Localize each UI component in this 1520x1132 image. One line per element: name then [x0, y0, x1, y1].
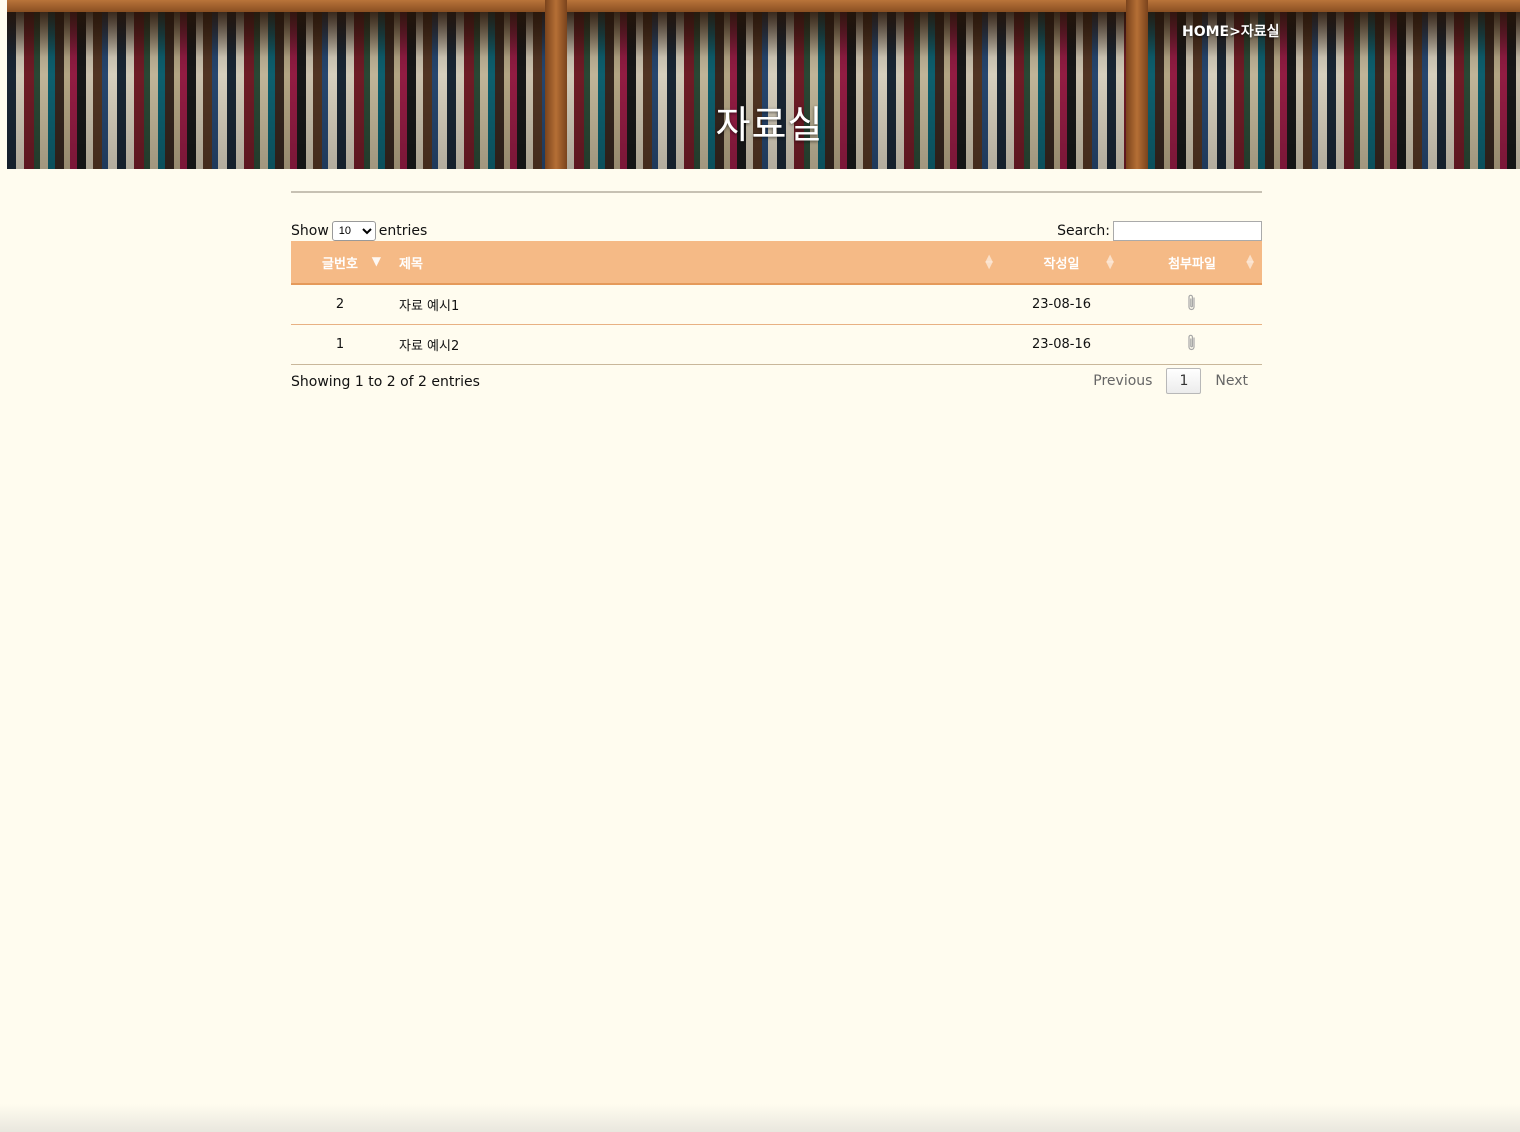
- table-header-row: 글번호 ▼ 제목 ▲ ▼ 작성일 ▲ ▼ 첨부파일 ▲ ▼: [291, 241, 1262, 285]
- search-control: Search:: [1057, 221, 1262, 241]
- shelf-board: [7, 0, 1520, 12]
- column-header-date[interactable]: 작성일 ▲ ▼: [1001, 241, 1122, 285]
- cell-attachment: [1122, 324, 1262, 365]
- sort-both-icon: ▲ ▼: [985, 253, 993, 271]
- search-label: Search:: [1057, 223, 1110, 239]
- divider: [291, 191, 1262, 193]
- paperclip-icon[interactable]: [1187, 334, 1197, 356]
- cell-title-link[interactable]: 자료 예시1: [389, 284, 1001, 325]
- breadcrumb[interactable]: HOME>자료실: [1182, 21, 1279, 41]
- cell-number: 2: [291, 284, 389, 325]
- column-header-title[interactable]: 제목 ▲ ▼: [389, 241, 1001, 285]
- page-length-control: Show 10 entries: [291, 221, 427, 241]
- search-input[interactable]: [1113, 221, 1262, 241]
- cell-date: 23-08-16: [1001, 284, 1122, 325]
- board-content: Show 10 entries Search: 글번호 ▼ 제목 ▲ ▼ 작성일…: [291, 191, 1262, 401]
- cell-attachment: [1122, 284, 1262, 325]
- hero-banner: 자료실 HOME>자료실: [7, 0, 1520, 169]
- paperclip-icon[interactable]: [1187, 294, 1197, 316]
- sort-both-icon: ▲ ▼: [1246, 253, 1254, 271]
- cell-number: 1: [291, 324, 389, 365]
- table-row[interactable]: 2 자료 예시1 23-08-16: [291, 284, 1262, 325]
- data-table: 글번호 ▼ 제목 ▲ ▼ 작성일 ▲ ▼ 첨부파일 ▲ ▼ 2 자료 예시1 2…: [291, 241, 1262, 365]
- sort-desc-icon: ▼: [371, 254, 381, 268]
- show-label: Show: [291, 223, 329, 239]
- page-title: 자료실: [715, 103, 824, 147]
- cell-date: 23-08-16: [1001, 324, 1122, 365]
- page: 자료실 HOME>자료실 Show 10 entries Search: 글번호…: [0, 0, 1520, 1132]
- table-row[interactable]: 1 자료 예시2 23-08-16: [291, 324, 1262, 365]
- entries-label: entries: [378, 223, 428, 239]
- cell-title-link[interactable]: 자료 예시2: [389, 324, 1001, 365]
- bottom-shadow: [0, 1104, 1520, 1132]
- table-footer: Showing 1 to 2 of 2 entries Previous 1 N…: [291, 365, 1262, 401]
- pagination: Previous 1 Next: [1079, 368, 1262, 394]
- next-button[interactable]: Next: [1201, 368, 1262, 394]
- column-header-attachment[interactable]: 첨부파일 ▲ ▼: [1122, 241, 1262, 285]
- page-button-current[interactable]: 1: [1166, 368, 1202, 394]
- page-length-select[interactable]: 10: [331, 221, 376, 241]
- previous-button[interactable]: Previous: [1079, 368, 1166, 394]
- sort-both-icon: ▲ ▼: [1106, 253, 1114, 271]
- column-header-number[interactable]: 글번호 ▼: [291, 241, 389, 285]
- table-info: Showing 1 to 2 of 2 entries: [291, 374, 480, 390]
